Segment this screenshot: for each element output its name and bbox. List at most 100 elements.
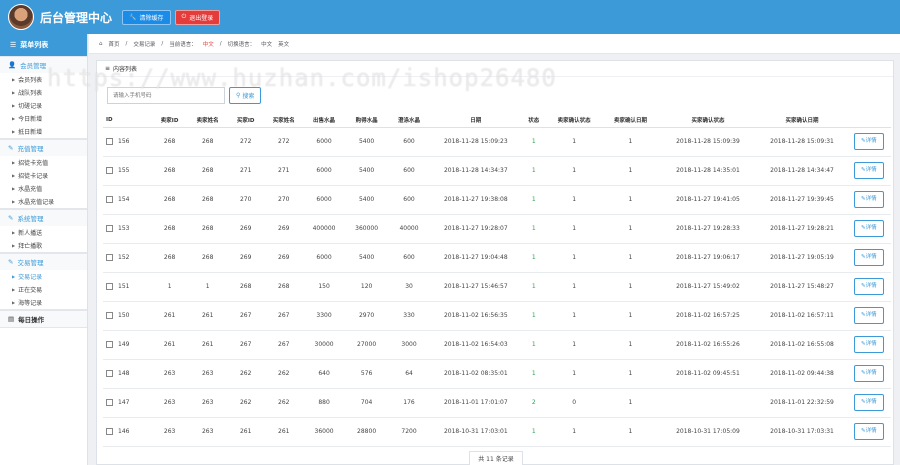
search-row: ⚲ 搜索 [107, 87, 262, 104]
table-cell: 261 [150, 330, 189, 360]
detail-button[interactable]: ✎详情 [854, 133, 884, 150]
table-cell: 2018-11-27 19:41:05 [658, 185, 758, 215]
menu-icon: ☰ [10, 41, 17, 49]
row-checkbox[interactable] [106, 138, 113, 145]
table-cell: 2018-11-27 15:49:02 [658, 272, 758, 302]
detail-button[interactable]: ✎详情 [854, 394, 884, 411]
detail-button-label: 详情 [865, 196, 877, 202]
sidebar-item-label: 拜亡播歌 [18, 243, 43, 250]
sidebar-item-trade-records[interactable]: ▶ 交易记录 [0, 270, 87, 283]
table-cell: 2018-11-02 16:56:35 [430, 301, 522, 331]
sidebar-item-trading[interactable]: ▶ 正在交易 [0, 283, 87, 296]
table-cell: 1 [602, 127, 659, 157]
sidebar-item-wait-records[interactable]: ▶ 海等记录 [0, 296, 87, 309]
sidebar-item-spar-records[interactable]: ▶ 切磋记录 [0, 99, 87, 112]
group-title-daily[interactable]: ▤ 每日操作 [0, 310, 87, 327]
group-title-trade[interactable]: ✎ 交易管理 [0, 253, 87, 270]
detail-button[interactable]: ✎详情 [854, 336, 884, 353]
list-icon: ≡ [105, 65, 111, 72]
breadcrumb: ⌂ 首页 / 交易记录 / 当前语言： 中文 / 切换语言： 中文 英文 [89, 34, 900, 54]
detail-button[interactable]: ✎详情 [854, 278, 884, 295]
row-checkbox[interactable] [106, 399, 113, 406]
row-checkbox[interactable] [106, 283, 113, 290]
row-checkbox[interactable] [106, 254, 113, 261]
cell-text: 151 [118, 283, 130, 290]
table-cell: 263 [188, 388, 227, 418]
table-cell: 1 [188, 272, 227, 302]
table-cell: 880 [302, 388, 346, 418]
col-seller-id: 卖家ID [150, 113, 189, 128]
sidebar-item-crystal-records[interactable]: ▶ 水晶充值记录 [0, 195, 87, 208]
group-label: 系统管理 [17, 215, 44, 223]
sidebar: ☰ 菜单列表 👤 会员管理 ▶ 会员列表 ▶ 战队列表 ▶ 切磋记录 ▶ 今日新增 ▶ 抵… [0, 34, 88, 465]
group-title-members[interactable]: 👤 会员管理 [0, 56, 87, 73]
table-cell: 271 [226, 156, 265, 186]
clear-cache-label: 清除缓存 [139, 14, 164, 22]
row-checkbox[interactable] [106, 196, 113, 203]
detail-button[interactable]: ✎详情 [854, 162, 884, 179]
row-checkbox[interactable] [106, 225, 113, 232]
detail-button[interactable]: ✎详情 [854, 249, 884, 266]
table-cell: 2018-11-27 19:38:08 [430, 185, 522, 215]
row-checkbox[interactable] [106, 167, 113, 174]
logout-button[interactable]: ⏻ 退出登录 [174, 9, 221, 25]
table-row: 147 263 263 262 262 880 704 176 2018-11-01 17:01… [103, 388, 891, 418]
col-sell-crystal: 出售水晶 [302, 113, 346, 128]
table-cell: 1 [602, 243, 659, 273]
detail-button-label: 详情 [865, 225, 877, 231]
bullet-icon: ▶ [12, 77, 16, 82]
row-checkbox[interactable] [106, 428, 113, 435]
language-chinese-link[interactable]: 中文 [261, 40, 272, 48]
table-cell: 2018-11-27 15:48:27 [757, 272, 847, 302]
detail-button[interactable]: ✎详情 [854, 423, 884, 440]
table-cell: 263 [150, 417, 189, 447]
table-cell: 2018-11-01 17:01:07 [430, 388, 522, 418]
table-cell: 267 [226, 330, 265, 360]
group-title-recharge[interactable]: ✎ 充值管理 [0, 139, 87, 156]
detail-button[interactable]: ✎详情 [854, 365, 884, 382]
detail-button-label: 详情 [865, 370, 877, 376]
sidebar-item-label: 战队列表 [18, 90, 43, 97]
table-cell: 1 [546, 127, 603, 157]
group-label: 交易管理 [17, 259, 44, 267]
sidebar-item-label: 抵日新增 [18, 129, 43, 136]
table-cell: 263 [150, 388, 189, 418]
group-title-system[interactable]: ✎ 系统管理 [0, 209, 87, 226]
col-buyer-confirm-status: 买家确认状态 [658, 113, 758, 128]
row-checkbox[interactable] [106, 341, 113, 348]
sidebar-item-team-list[interactable]: ▶ 战队列表 [0, 86, 87, 99]
sidebar-item-newcomer-broadcast[interactable]: ▶ 新人播送 [0, 226, 87, 239]
sidebar-item-death-broadcast[interactable]: ▶ 拜亡播歌 [0, 239, 87, 252]
detail-button-label: 详情 [865, 138, 877, 144]
sidebar-item-crystal-recharge[interactable]: ▶ 水晶充值 [0, 182, 87, 195]
bullet-icon: ▶ [12, 90, 16, 95]
table-cell: 2018-11-28 14:34:47 [757, 156, 847, 186]
record-count: 共 11 条记录 [97, 451, 895, 465]
detail-button[interactable]: ✎详情 [854, 220, 884, 237]
clear-cache-button[interactable]: 🔧 清除缓存 [122, 9, 171, 25]
avatar[interactable] [8, 4, 34, 30]
detail-button[interactable]: ✎详情 [854, 307, 884, 324]
breadcrumb-home[interactable]: 首页 [109, 40, 120, 48]
row-checkbox[interactable] [106, 370, 113, 377]
table-row: 152 268 268 269 269 6000 5400 600 2018-11-27 19:… [103, 243, 891, 273]
sidebar-item-card-records[interactable]: ▶ 招徒卡记录 [0, 169, 87, 182]
language-english-link[interactable]: 英文 [278, 40, 289, 48]
table-cell: 2018-11-27 19:06:17 [658, 243, 758, 273]
detail-button[interactable]: ✎详情 [854, 191, 884, 208]
table-cell: 2018-11-02 09:45:51 [658, 359, 758, 389]
search-button[interactable]: ⚲ 搜索 [229, 87, 262, 104]
table-cell: 150 [302, 272, 346, 302]
group-label: 会员管理 [20, 62, 47, 70]
sidebar-item-card-recharge[interactable]: ▶ 招徒卡充值 [0, 156, 87, 169]
sidebar-item-today-new[interactable]: ▶ 今日新增 [0, 112, 87, 125]
sidebar-item-member-list[interactable]: ▶ 会员列表 [0, 73, 87, 86]
phone-search-input[interactable] [107, 87, 225, 104]
document-icon: ▤ [8, 315, 15, 323]
cell-id: 155 [103, 156, 151, 186]
sidebar-item-daily-new[interactable]: ▶ 抵日新增 [0, 125, 87, 138]
table-cell: 2018-11-27 19:39:45 [757, 185, 847, 215]
menu-title: 菜单列表 [20, 41, 49, 49]
user-icon: 👤 [8, 61, 17, 69]
row-checkbox[interactable] [106, 312, 113, 319]
